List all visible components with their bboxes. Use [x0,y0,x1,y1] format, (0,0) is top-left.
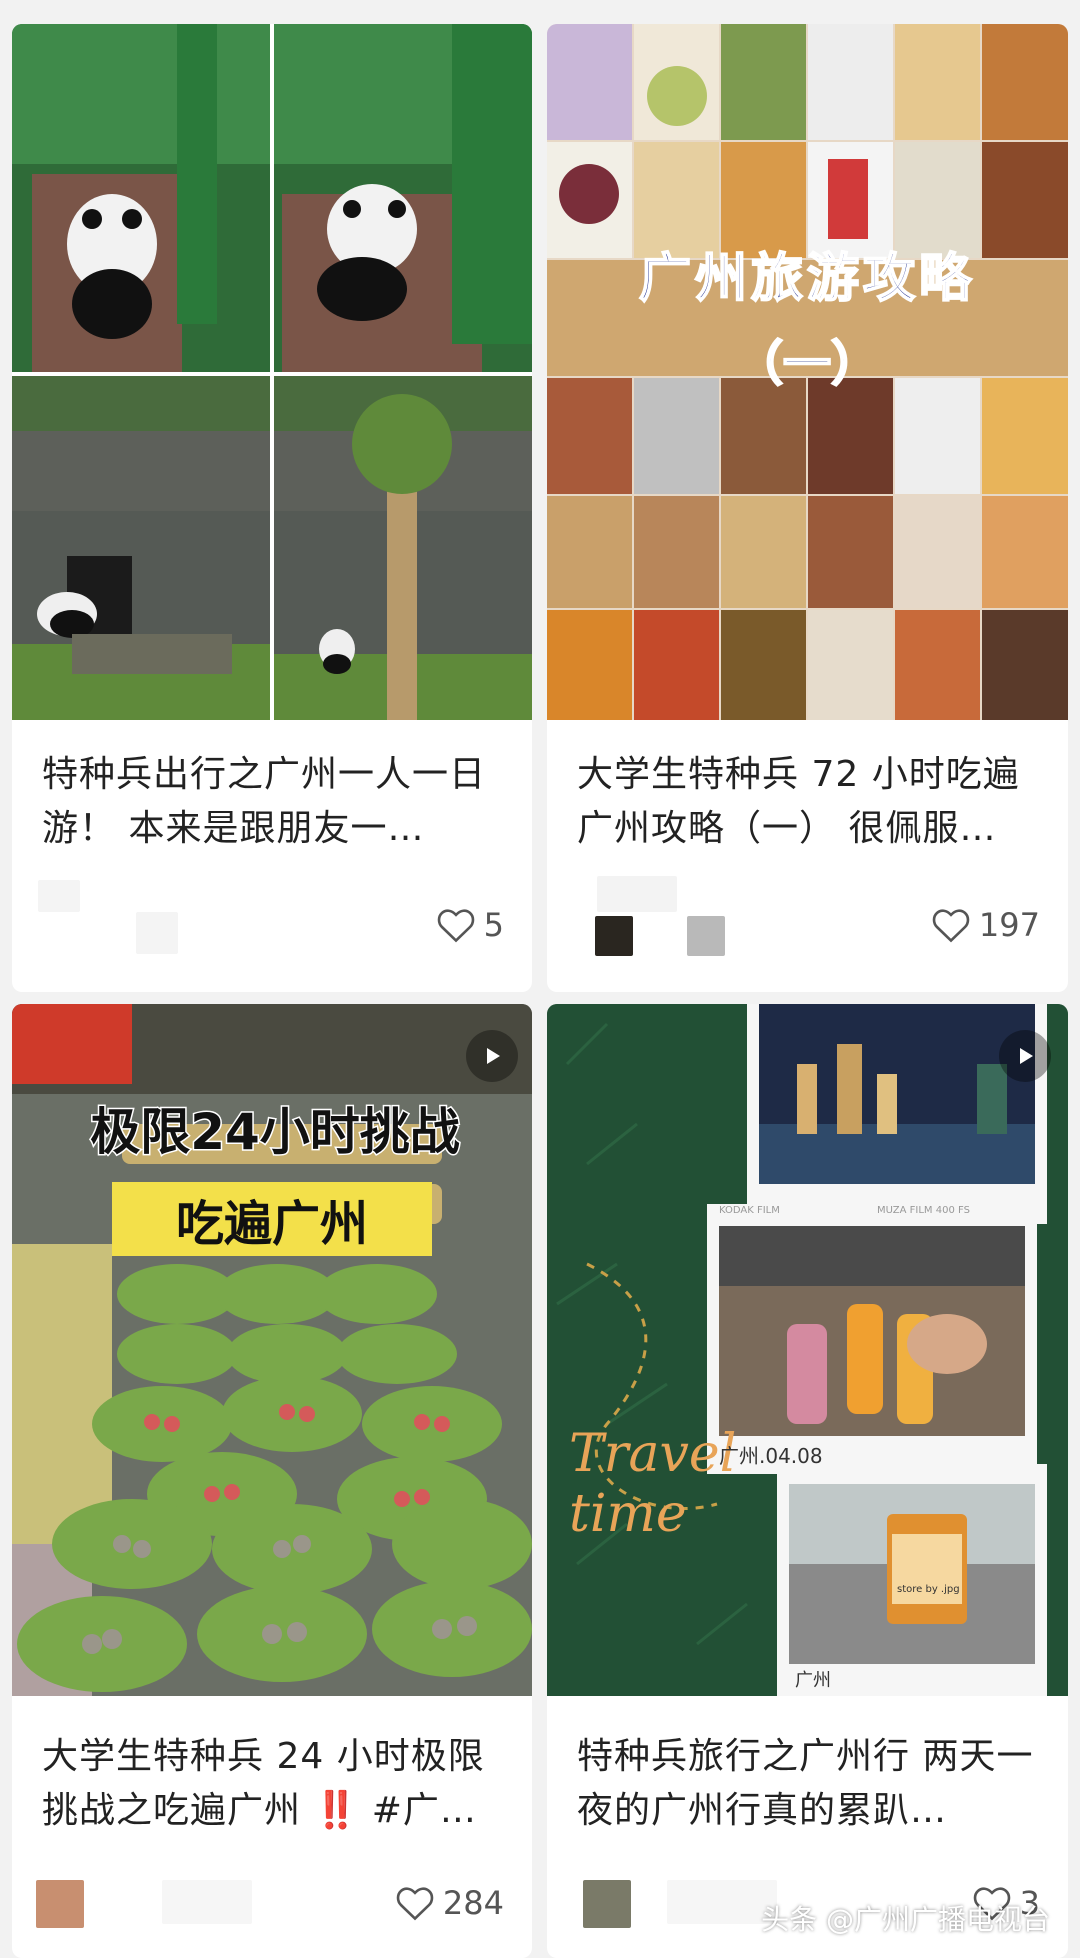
like-count: 197 [978,906,1040,944]
card-3-overlay-title: 极限24小时挑战 [89,1102,462,1163]
heart-icon [932,909,970,943]
author-name[interactable] [136,912,178,954]
avatar[interactable] [583,1880,631,1928]
card-3-overlay-sub: 吃遍广州 [112,1182,432,1256]
source-watermark: 头条 @广州广播电视台 [761,1903,1050,1936]
play-icon[interactable] [999,1030,1051,1082]
heart-icon [437,909,474,943]
like-count: 5 [483,906,504,944]
feed-card-4[interactable]: Travel time KODAK FILM MUZA FILM 400 FS … [547,1004,1068,1958]
feed-card-3[interactable]: 极限24小时挑战 吃遍广州 大学生特种兵 24 小时极限挑战之吃遍广州 ‼️ #… [12,1004,532,1958]
avatar[interactable] [595,916,633,956]
feed-card-1[interactable]: 特种兵出行之广州一人一日游！ 本来是跟朋友一… 5 [12,24,532,992]
card-3-title[interactable]: 大学生特种兵 24 小时极限挑战之吃遍广州 ‼️ #广… [42,1730,504,1838]
card-2-image[interactable]: 广州旅游攻略 （一） [547,24,1068,720]
like-count: 284 [442,1884,504,1922]
play-icon[interactable] [466,1030,518,1082]
author-name[interactable] [162,1880,252,1924]
film-label-muza: MUZA FILM 400 FS [877,1205,970,1216]
card-4-image[interactable]: Travel time KODAK FILM MUZA FILM 400 FS … [547,1004,1068,1696]
film-label-kodak: KODAK FILM [719,1205,780,1216]
film-date: 广州.04.08 [719,1444,823,1468]
card-3-image[interactable]: 极限24小时挑战 吃遍广州 [12,1004,532,1696]
card-2-overlay-title: 广州旅游攻略 [638,248,975,310]
card-4-overlay-title: Travel time [569,1424,737,1544]
card-2-title[interactable]: 大学生特种兵 72 小时吃遍广州攻略（一） 很佩服… [577,748,1040,856]
cup-label: store by .jpg [897,1584,960,1595]
avatar[interactable] [36,1880,84,1928]
card-1-image[interactable] [12,24,532,720]
heart-icon [396,1887,434,1921]
like-button[interactable]: 284 [395,1884,504,1922]
feed-card-2[interactable]: 广州旅游攻略 （一） 大学生特种兵 72 小时吃遍广州攻略（一） 很佩服… 19… [547,24,1068,992]
author-badge [687,916,725,956]
film-caption: 广州 [795,1670,831,1691]
avatar[interactable] [38,880,80,912]
author-name[interactable] [597,876,677,912]
like-button[interactable]: 5 [436,906,504,944]
like-button[interactable]: 197 [931,906,1040,944]
card-4-title[interactable]: 特种兵旅行之广州行 两天一夜的广州行真的累趴… [577,1730,1040,1838]
card-2-overlay-sub: （一） [734,335,880,393]
card-1-title[interactable]: 特种兵出行之广州一人一日游！ 本来是跟朋友一… [42,748,504,856]
